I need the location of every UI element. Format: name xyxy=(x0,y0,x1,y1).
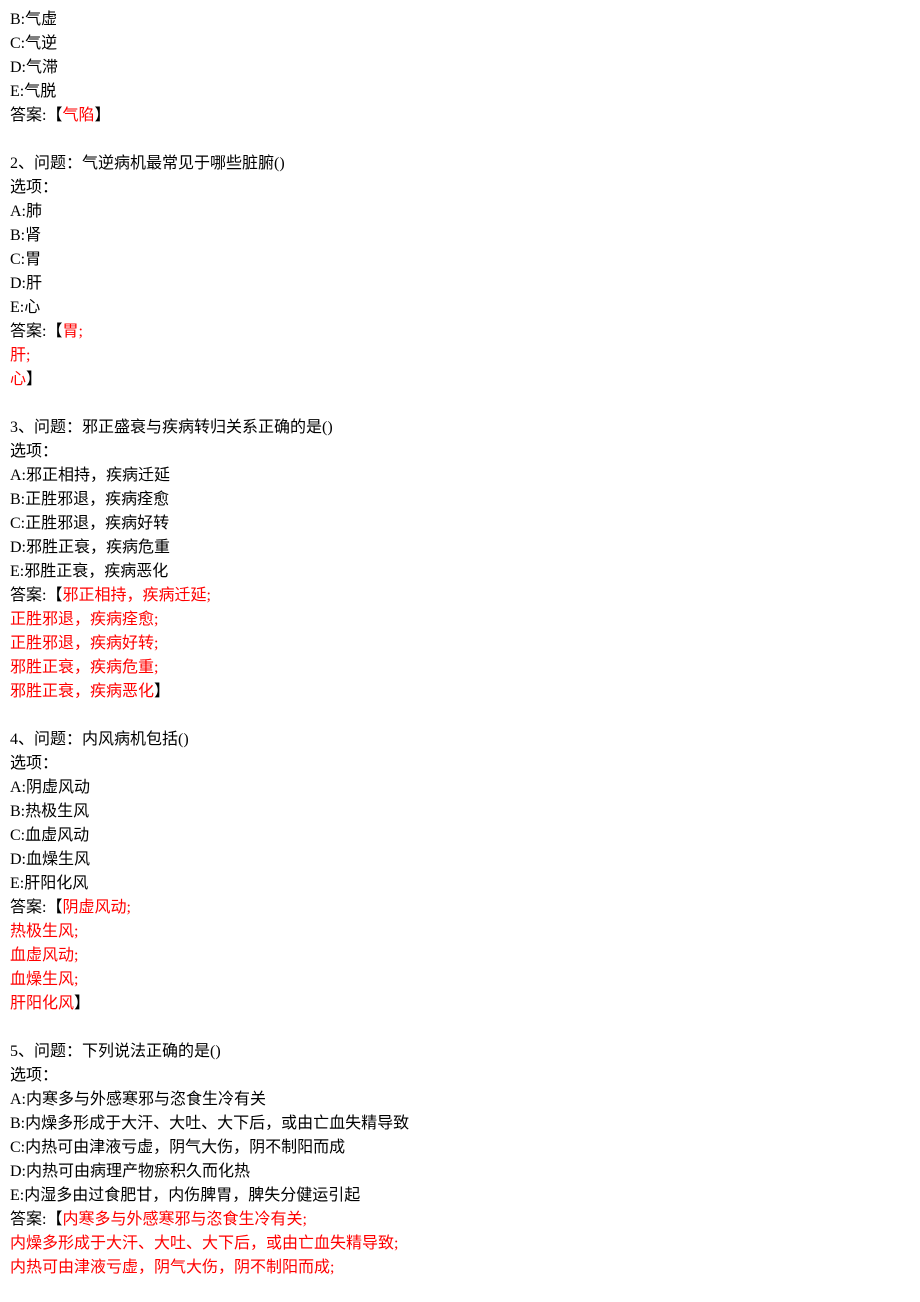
q4-prompt: 4、问题：内风病机包括() xyxy=(10,728,910,752)
q4-options-label: 选项： xyxy=(10,752,910,776)
q5-answer-2: 内燥多形成于大汗、大吐、大下后，或由亡血失精导致; xyxy=(10,1232,910,1256)
q4-answer-line-5: 肝阳化风】 xyxy=(10,992,910,1016)
q2-answer-2: 肝; xyxy=(10,344,910,368)
q2-option-c: C:胃 xyxy=(10,248,910,272)
q3-prompt: 3、问题：邪正盛衰与疾病转归关系正确的是() xyxy=(10,416,910,440)
q3-option-b: B:正胜邪退，疾病痊愈 xyxy=(10,488,910,512)
q3-answer-line-5: 邪胜正衰，疾病恶化】 xyxy=(10,680,910,704)
q2-answer-suffix: 】 xyxy=(26,371,42,388)
q4-answer-5: 肝阳化风 xyxy=(10,995,74,1012)
q3-answer-2: 正胜邪退，疾病痊愈; xyxy=(10,608,910,632)
q5-answer-3: 内热可由津液亏虚，阴气大伤，阴不制阳而成; xyxy=(10,1256,910,1280)
q4-answer-2: 热极生风; xyxy=(10,920,910,944)
q3-answer-4: 邪胜正衰，疾病危重; xyxy=(10,656,910,680)
q2-option-b: B:肾 xyxy=(10,224,910,248)
q4-option-c: C:血虚风动 xyxy=(10,824,910,848)
q4-option-e: E:肝阳化风 xyxy=(10,872,910,896)
q3-option-a: A:邪正相持，疾病迁延 xyxy=(10,464,910,488)
q1-answer-suffix: 】 xyxy=(94,107,110,124)
q5-option-a: A:内寒多与外感寒邪与恣食生冷有关 xyxy=(10,1088,910,1112)
q4-answer-line-1: 答案:【阴虚风动; xyxy=(10,896,910,920)
q3-answer-1: 邪正相持，疾病迁延; xyxy=(62,587,210,604)
q1-option-c: C:气逆 xyxy=(10,32,910,56)
q5-option-c: C:内热可由津液亏虚，阴气大伤，阴不制阳而成 xyxy=(10,1136,910,1160)
q2-answer-prefix: 答案:【 xyxy=(10,323,62,340)
q3-answer-5: 邪胜正衰，疾病恶化 xyxy=(10,683,154,700)
q4-answer-4: 血燥生风; xyxy=(10,968,910,992)
q1-option-e: E:气脱 xyxy=(10,80,910,104)
q5-answer-prefix: 答案:【 xyxy=(10,1211,62,1228)
q2-answer-line-3: 心】 xyxy=(10,368,910,392)
q3-answer-line-1: 答案:【邪正相持，疾病迁延; xyxy=(10,584,910,608)
q3-option-c: C:正胜邪退，疾病好转 xyxy=(10,512,910,536)
q1-answer-line: 答案:【气陷】 xyxy=(10,104,910,128)
q4-option-b: B:热极生风 xyxy=(10,800,910,824)
q4-option-a: A:阴虚风动 xyxy=(10,776,910,800)
q3-answer-suffix: 】 xyxy=(154,683,170,700)
blank-line xyxy=(10,704,910,728)
blank-line xyxy=(10,128,910,152)
blank-line xyxy=(10,392,910,416)
q4-answer-3: 血虚风动; xyxy=(10,944,910,968)
q5-option-d: D:内热可由病理产物瘀积久而化热 xyxy=(10,1160,910,1184)
q5-prompt: 5、问题：下列说法正确的是() xyxy=(10,1040,910,1064)
q2-option-a: A:肺 xyxy=(10,200,910,224)
q5-answer-line-1: 答案:【内寒多与外感寒邪与恣食生冷有关; xyxy=(10,1208,910,1232)
q4-answer-suffix: 】 xyxy=(74,995,90,1012)
q5-option-e: E:内湿多由过食肥甘，内伤脾胃，脾失分健运引起 xyxy=(10,1184,910,1208)
q1-option-d: D:气滞 xyxy=(10,56,910,80)
q2-options-label: 选项： xyxy=(10,176,910,200)
q3-option-e: E:邪胜正衰，疾病恶化 xyxy=(10,560,910,584)
q2-answer-1: 胃; xyxy=(62,323,82,340)
q4-answer-prefix: 答案:【 xyxy=(10,899,62,916)
q2-prompt: 2、问题：气逆病机最常见于哪些脏腑() xyxy=(10,152,910,176)
blank-line xyxy=(10,1016,910,1040)
q2-option-e: E:心 xyxy=(10,296,910,320)
q2-option-d: D:肝 xyxy=(10,272,910,296)
q3-answer-3: 正胜邪退，疾病好转; xyxy=(10,632,910,656)
q2-answer-3: 心 xyxy=(10,371,26,388)
q5-options-label: 选项： xyxy=(10,1064,910,1088)
q5-option-b: B:内燥多形成于大汗、大吐、大下后，或由亡血失精导致 xyxy=(10,1112,910,1136)
q1-answer-text: 气陷 xyxy=(62,107,94,124)
q3-answer-prefix: 答案:【 xyxy=(10,587,62,604)
q4-answer-1: 阴虚风动; xyxy=(62,899,130,916)
q2-answer-line-1: 答案:【胃; xyxy=(10,320,910,344)
q3-option-d: D:邪胜正衰，疾病危重 xyxy=(10,536,910,560)
q3-options-label: 选项： xyxy=(10,440,910,464)
q5-answer-1: 内寒多与外感寒邪与恣食生冷有关; xyxy=(62,1211,306,1228)
q1-option-b: B:气虚 xyxy=(10,8,910,32)
q4-option-d: D:血燥生风 xyxy=(10,848,910,872)
q1-answer-prefix: 答案:【 xyxy=(10,107,62,124)
